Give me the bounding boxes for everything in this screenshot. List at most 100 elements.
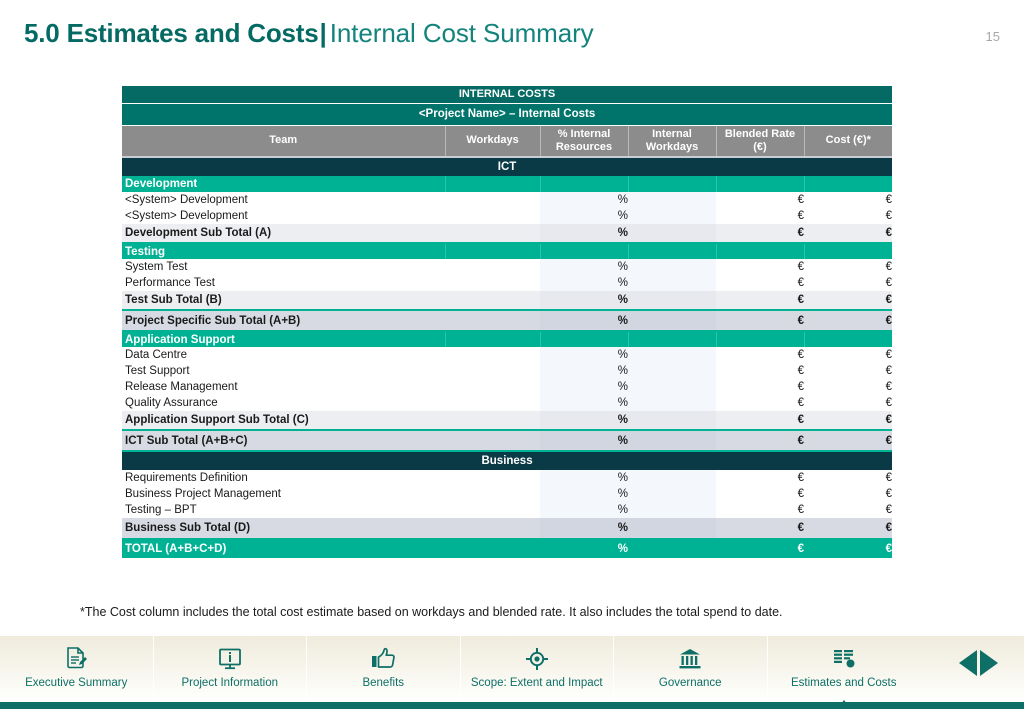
cell-pct-internal: % [540,502,628,518]
cell-blended-rate: € [716,310,804,332]
cell-workdays [445,395,540,411]
bank-columns-icon [677,645,703,673]
cell-team: Development Sub Total (A) [122,224,445,244]
cell-team: Application Support Sub Total (C) [122,411,445,431]
group-banner-ict-label: ICT [122,157,893,176]
cell-workdays [445,539,540,558]
cell-internal-workdays [628,291,716,311]
cell-workdays [445,192,540,208]
section-banner-development-fill-rate [715,176,804,192]
cell-cost: € [804,395,893,411]
column-header-pct-line1: % Internal [557,127,611,140]
column-header-iwd-line2: Workdays [645,140,699,153]
cell-cost: € [804,259,893,275]
previous-slide-arrow-icon[interactable] [959,650,977,676]
cell-internal-workdays [628,192,716,208]
cell-blended-rate: € [716,470,804,486]
cell-team: ICT Sub Total (A+B+C) [122,430,445,452]
cell-blended-rate: € [716,502,804,518]
cell-cost: € [804,363,893,379]
column-header-team: Team [122,125,446,158]
nav-item-estimates-and-costs[interactable]: Estimates and Costs [768,636,921,709]
cell-cost: € [804,379,893,395]
cell-internal-workdays [628,411,716,431]
nav-label-estimates-and-costs: Estimates and Costs [791,677,897,689]
cell-team: Test Support [122,363,445,379]
cell-workdays [445,259,540,275]
column-header-blended-rate: Blended Rate (€) [716,125,805,158]
cell-internal-workdays [628,502,716,518]
section-banner-testing: Testing [122,243,893,259]
cell-pct-internal: % [540,430,628,452]
cell-pct-internal: % [540,259,628,275]
cell-pct-internal: % [540,310,628,332]
banner-internal-costs-label: INTERNAL COSTS [122,86,893,104]
cell-pct-internal: % [540,379,628,395]
cell-blended-rate: € [716,518,804,540]
nav-item-executive-summary[interactable]: Executive Summary [0,636,154,702]
nav-item-scope-extent-and-impact[interactable]: Scope: Extent and Impact [461,636,614,702]
cell-workdays [445,208,540,224]
cell-team: Quality Assurance [122,395,445,411]
cell-internal-workdays [628,518,716,540]
cell-workdays [445,518,540,540]
cell-cost: € [804,502,893,518]
column-header-pct-internal-resources: % Internal Resources [540,125,629,158]
cell-cost: € [804,208,893,224]
cell-internal-workdays [628,259,716,275]
cell-blended-rate: € [716,539,804,558]
section-banner-application-support-label: Application Support [122,331,445,347]
column-header-pct-line2: Resources [555,140,613,153]
cell-internal-workdays [628,347,716,363]
cell-workdays [445,379,540,395]
cell-pct-internal: % [540,347,628,363]
cell-workdays [445,347,540,363]
bar-chart-icon [831,645,857,673]
cell-workdays [445,363,540,379]
cell-workdays [445,291,540,311]
page-title-main: 5.0 Estimates and Costs [24,18,319,48]
cell-cost: € [804,275,893,291]
cell-team: Performance Test [122,275,445,291]
cell-pct-internal: % [540,192,628,208]
nav-label-scope-extent-and-impact: Scope: Extent and Impact [470,677,603,689]
cell-team: Testing – BPT [122,502,445,518]
section-banner-app-fill-workdays [444,331,540,347]
cell-cost: € [804,224,893,244]
table-row: <System> Development % € € [122,192,893,208]
next-slide-arrow-icon[interactable] [980,650,998,676]
section-banner-development-label: Development [122,176,445,192]
cell-internal-workdays [628,395,716,411]
cell-workdays [445,224,540,244]
cell-pct-internal: % [540,275,628,291]
cell-team: Project Specific Sub Total (A+B) [122,310,445,332]
cell-internal-workdays [628,224,716,244]
table-row: Requirements Definition % € € [122,470,893,486]
cell-internal-workdays [628,486,716,502]
table-row: Business Project Management % € € [122,486,893,502]
cell-internal-workdays [628,363,716,379]
group-banner-ict: ICT [122,157,893,176]
cell-blended-rate: € [716,192,804,208]
cell-cost: € [804,291,893,311]
cell-cost: € [804,347,893,363]
cell-team: Data Centre [122,347,445,363]
column-header-cost: Cost (€)* [804,125,893,158]
section-banner-app-fill-cost [803,331,893,347]
nav-item-governance[interactable]: Governance [614,636,768,702]
cell-team: Business Sub Total (D) [122,518,445,540]
cell-pct-internal: % [540,224,628,244]
nav-item-benefits[interactable]: Benefits [307,636,461,702]
subtotal-row-business: Business Sub Total (D) % € € [122,518,893,540]
navigation-items: Executive Summary Project Information Be… [0,636,921,709]
column-header-iwd-line1: Internal [652,127,692,140]
target-crosshair-icon [524,645,550,673]
table-row: Test Support % € € [122,363,893,379]
cell-internal-workdays [628,430,716,452]
cell-blended-rate: € [716,275,804,291]
cell-pct-internal: % [540,411,628,431]
nav-item-project-information[interactable]: Project Information [154,636,307,702]
cell-internal-workdays [628,310,716,332]
section-banner-development-fill-iwd [627,176,716,192]
cell-team: TOTAL (A+B+C+D) [122,539,445,558]
